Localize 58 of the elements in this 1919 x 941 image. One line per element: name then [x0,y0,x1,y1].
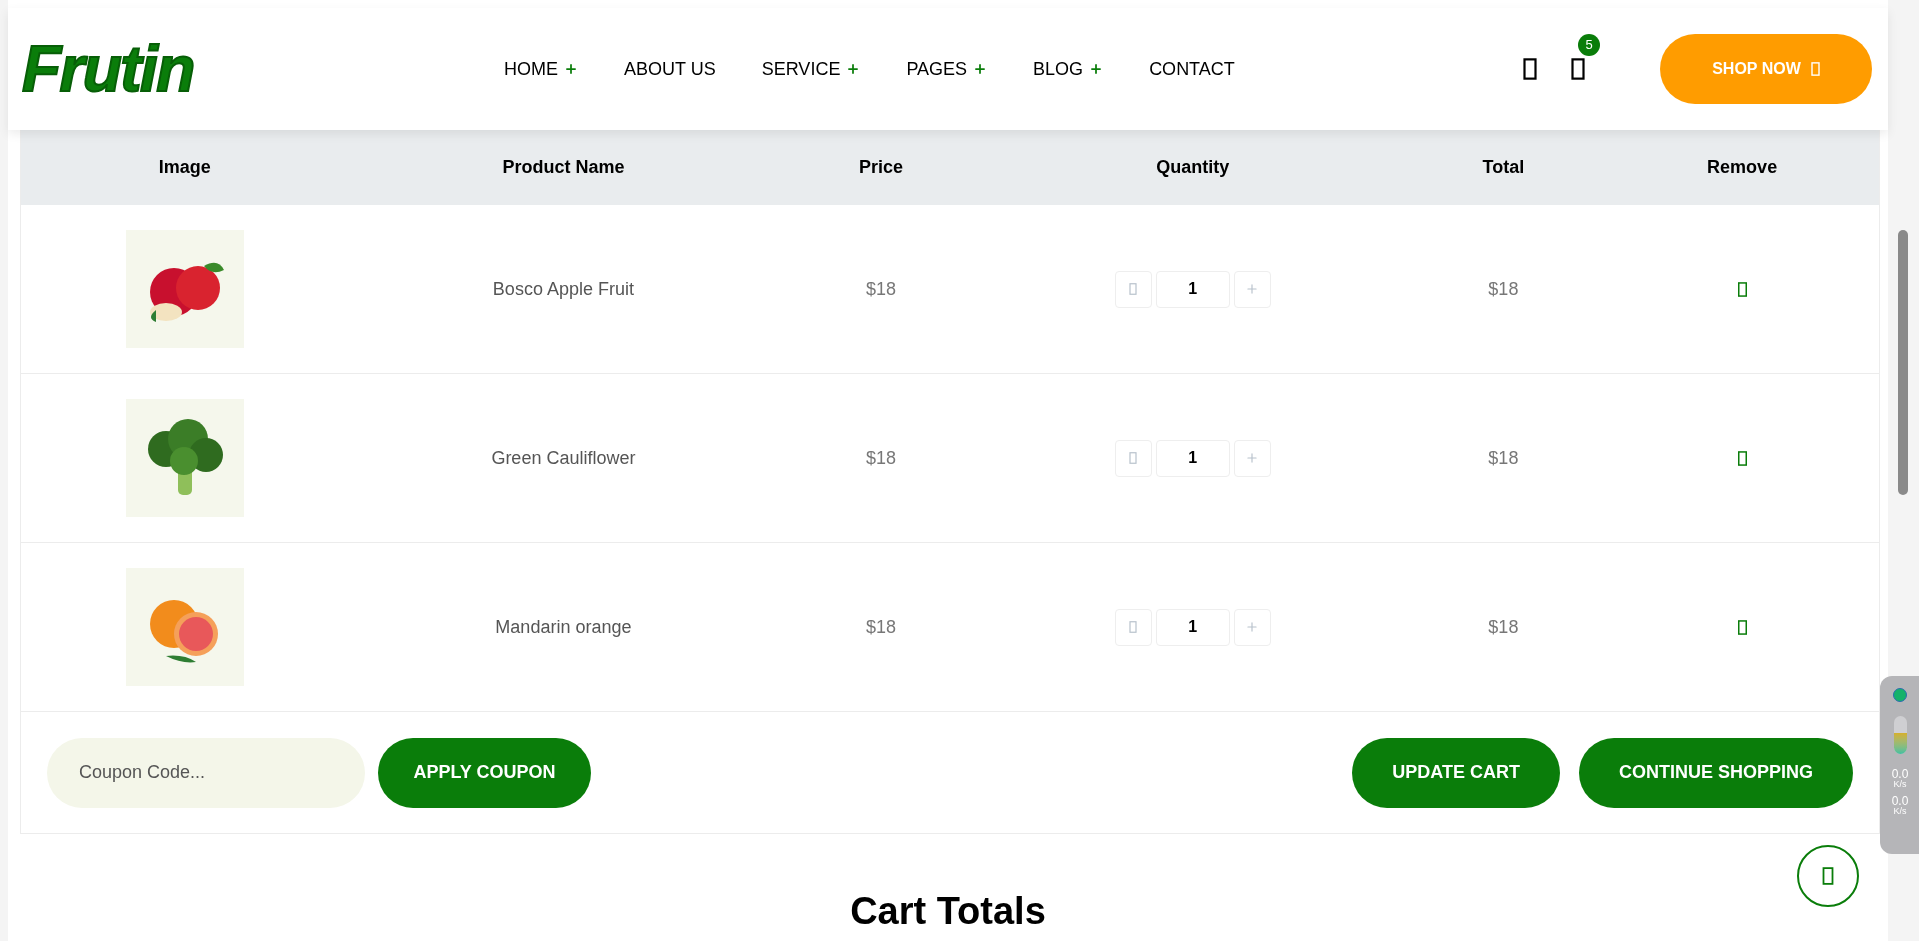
nav-link[interactable]: ABOUT US [624,55,716,83]
column-header: Image [158,155,211,179]
cart-action-button[interactable]: UPDATE CART [1352,737,1560,808]
increase-button[interactable] [1233,608,1271,646]
cart-button[interactable] [1568,56,1588,82]
product-name: Green Cauliflower [491,446,636,470]
rectangle-icon [1571,58,1585,80]
price-text: $18 [866,277,897,301]
decrease-button[interactable] [1114,270,1152,308]
rectangle-icon [1736,619,1748,635]
rectangle-icon [1736,281,1748,297]
rectangle-icon [1810,62,1820,76]
product-name: Bosco Apple Fruit [492,277,634,301]
upload-speed: 0.0 [1891,768,1909,780]
cart-count-badge: 5 [1578,34,1600,56]
increase-button[interactable] [1233,439,1271,477]
total-text: $18 [1488,277,1519,301]
header-icon-button[interactable] [1520,56,1540,82]
gauge [1893,716,1907,754]
price-text: $18 [866,446,897,470]
total-text: $18 [1488,446,1519,470]
cart-action-button[interactable]: CONTINUE SHOPPING [1578,737,1853,808]
download-speed: 0.0 [1891,795,1909,807]
plus-icon [1245,451,1260,465]
quantity-field[interactable]: 1 [1155,439,1230,477]
upload-unit: K/s [1893,780,1907,789]
nav-link[interactable]: BLOG [1033,55,1104,83]
nav-link[interactable]: CONTACT [1149,55,1235,83]
rectangle-icon [1129,452,1138,464]
quantity-field[interactable]: 1 [1155,270,1230,308]
rectangle-icon [1129,621,1138,633]
product-name: Mandarin orange [495,615,632,639]
decrease-button[interactable] [1114,439,1152,477]
column-header: Total [1482,155,1525,179]
column-header: Price [859,155,904,179]
nav-link[interactable]: HOME [504,55,578,83]
cart-totals-heading: Cart Totals [850,892,1046,930]
plus-icon [1245,282,1260,296]
price-text: $18 [866,615,897,639]
decrease-button[interactable] [1114,608,1152,646]
column-header: Remove [1707,155,1778,179]
total-text: $18 [1488,615,1519,639]
rectangle-icon [1129,283,1138,295]
rectangle-icon [1523,58,1537,80]
column-header: Quantity [1156,155,1230,179]
increase-button[interactable] [1233,270,1271,308]
download-unit: K/s [1893,807,1907,816]
nav-link[interactable]: SERVICE [761,55,861,83]
rectangle-icon [1822,867,1834,885]
coupon-field[interactable]: Coupon Code... [47,737,365,808]
quantity-field[interactable]: 1 [1155,608,1230,646]
nav-link[interactable]: PAGES [906,55,988,83]
logo[interactable]: Frutin [22,37,442,101]
scrollbar[interactable] [1898,230,1908,495]
column-header: Product Name [502,155,625,179]
plus-icon [1245,620,1260,634]
rectangle-icon [1736,450,1748,466]
apply-coupon-button[interactable]: APPLY COUPON [378,737,591,808]
